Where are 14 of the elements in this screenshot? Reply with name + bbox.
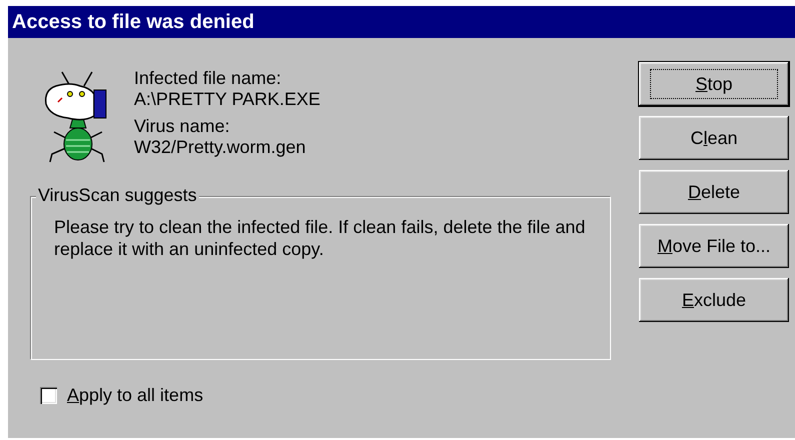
delete-button[interactable]: Delete <box>639 170 789 214</box>
checkbox[interactable] <box>40 387 57 404</box>
dialog-title: Access to file was denied <box>8 6 795 38</box>
checkbox-label[interactable]: Apply to all items <box>67 385 204 406</box>
field-label: Infected file name: <box>134 68 282 89</box>
field-value: W32/Pretty.worm.gen <box>134 137 307 158</box>
field-label: Virus name: <box>134 116 231 137</box>
group-label: VirusScan suggests <box>36 185 199 205</box>
exclude-button[interactable]: Exclude <box>639 278 789 322</box>
stop-button[interactable]: Stop <box>639 62 789 106</box>
field-value: A:\PRETTY PARK.EXE <box>134 89 320 110</box>
suggestion-text: Please try to clean the infected file. If clean fails, delete the file and replace it with an uninfected copy. <box>54 216 586 260</box>
clean-button[interactable]: Clean <box>639 116 789 160</box>
move-file-button[interactable]: Move File to... <box>639 224 789 268</box>
